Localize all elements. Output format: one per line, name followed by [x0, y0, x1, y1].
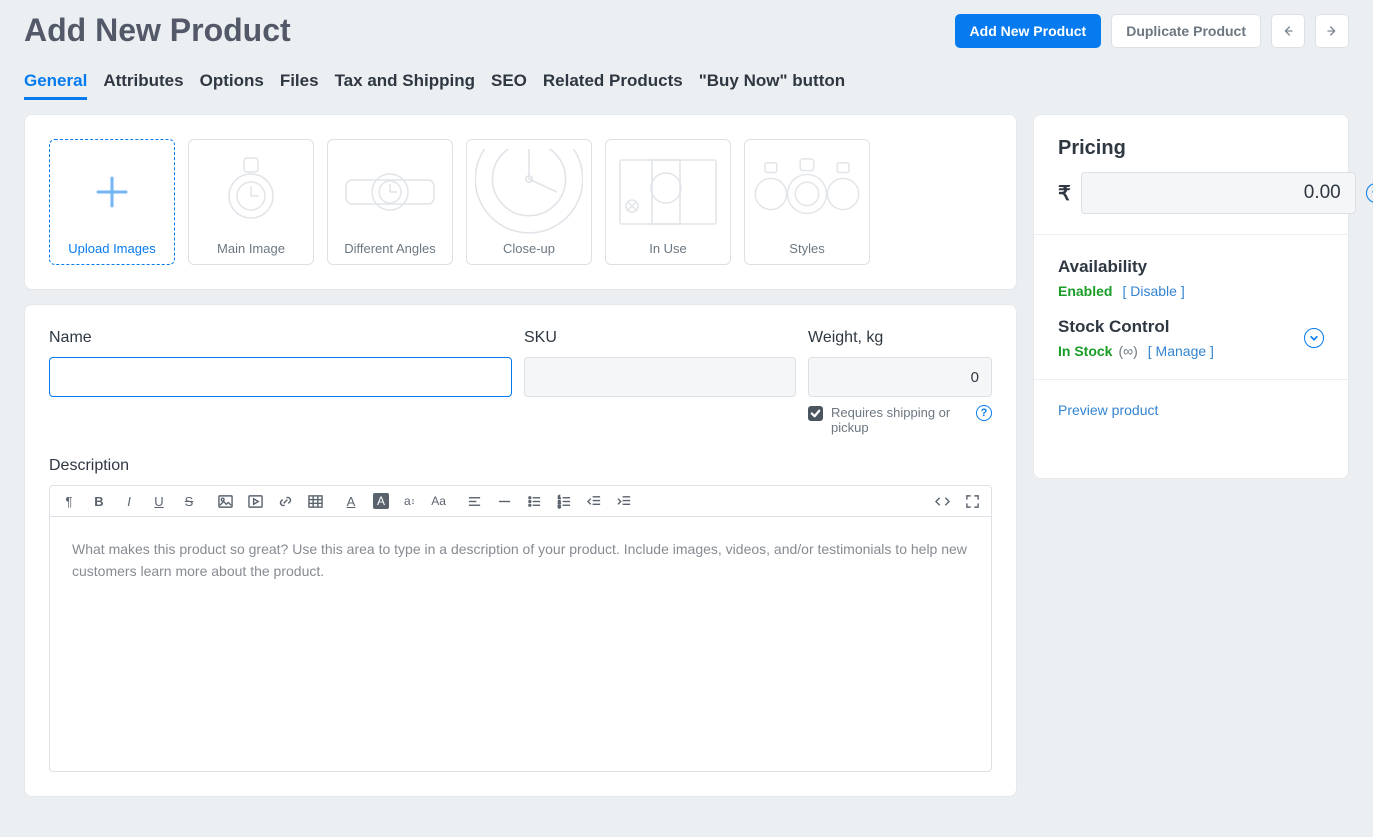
tb-ol-icon[interactable]: 123 — [556, 492, 574, 510]
currency-symbol: ₹ — [1058, 181, 1071, 206]
pricing-title: Pricing — [1058, 137, 1324, 160]
preview-section: Preview product — [1034, 380, 1348, 478]
main-image-slot[interactable]: Main Image — [188, 139, 314, 265]
tb-bgcolor-icon[interactable]: A — [372, 492, 390, 510]
product-tabs: General Attributes Options Files Tax and… — [24, 65, 1349, 100]
sidebar-card: Pricing ₹ Availability Enabled [ Disable… — [1033, 114, 1349, 479]
upload-images-slot[interactable]: Upload Images — [49, 139, 175, 265]
styles-label: Styles — [789, 235, 824, 256]
weight-label: Weight, kg — [808, 329, 883, 347]
tab-attributes[interactable]: Attributes — [103, 65, 183, 100]
requires-shipping-checkbox[interactable] — [808, 406, 823, 421]
image-slots-row: Upload Images Main Image — [49, 139, 992, 265]
tb-paragraph-icon[interactable]: ¶ — [60, 492, 78, 510]
images-card: Upload Images Main Image — [24, 114, 1017, 290]
watch-main-icon — [211, 152, 291, 232]
tb-link-icon[interactable] — [276, 492, 294, 510]
tab-options[interactable]: Options — [200, 65, 264, 100]
styles-slot[interactable]: Styles — [744, 139, 870, 265]
duplicate-product-button[interactable]: Duplicate Product — [1111, 14, 1261, 48]
tb-fullscreen-icon[interactable] — [963, 492, 981, 510]
availability-section: Availability Enabled [ Disable ] Stock C… — [1034, 235, 1348, 380]
stock-manage-link[interactable]: [ Manage ] — [1148, 343, 1214, 359]
tb-indent-icon[interactable] — [616, 492, 634, 510]
name-input[interactable] — [49, 357, 512, 397]
availability-status: Enabled — [1058, 283, 1112, 299]
name-label: Name — [49, 329, 512, 347]
tab-general[interactable]: General — [24, 65, 87, 100]
pricing-section: Pricing ₹ — [1034, 115, 1348, 235]
tab-seo[interactable]: SEO — [491, 65, 527, 100]
main-image-label: Main Image — [217, 235, 285, 256]
tb-clearformat-icon[interactable]: a↕ — [402, 492, 417, 510]
chevron-down-icon — [1309, 333, 1319, 343]
description-editor: ¶ B I U S — [49, 485, 992, 772]
svg-text:3: 3 — [558, 504, 561, 509]
tab-tax-shipping[interactable]: Tax and Shipping — [335, 65, 475, 100]
sku-field: SKU — [524, 329, 796, 435]
close-up-label: Close-up — [503, 235, 555, 256]
upload-images-label: Upload Images — [68, 235, 155, 256]
tb-code-icon[interactable] — [933, 492, 951, 510]
page-header: Add New Product Add New Product Duplicat… — [24, 12, 1349, 49]
tb-align-icon[interactable] — [466, 492, 484, 510]
header-actions: Add New Product Duplicate Product — [955, 14, 1349, 48]
tb-fontcase-icon[interactable]: Aa — [429, 492, 448, 510]
description-label: Description — [49, 457, 992, 475]
watch-inuse-icon — [618, 152, 718, 232]
weight-input[interactable] — [808, 357, 992, 397]
stock-title: Stock Control — [1058, 317, 1304, 337]
description-textarea[interactable]: What makes this product so great? Use th… — [50, 517, 991, 771]
tb-hr-icon[interactable] — [496, 492, 514, 510]
sku-input[interactable] — [524, 357, 796, 397]
arrow-right-icon — [1324, 23, 1340, 39]
price-input[interactable] — [1081, 172, 1356, 214]
pricing-expand-button[interactable] — [1366, 183, 1373, 203]
requires-shipping-label: Requires shipping or pickup — [831, 405, 951, 435]
tb-italic-icon[interactable]: I — [120, 492, 138, 510]
availability-disable-link[interactable]: [ Disable ] — [1122, 283, 1184, 299]
tb-ul-icon[interactable] — [526, 492, 544, 510]
general-fields-card: Name SKU Weight, kg — [24, 304, 1017, 797]
watch-styles-icon — [753, 153, 861, 231]
in-use-slot[interactable]: In Use — [605, 139, 731, 265]
tab-related-products[interactable]: Related Products — [543, 65, 683, 100]
add-new-product-button[interactable]: Add New Product — [955, 14, 1102, 48]
tb-bold-icon[interactable]: B — [90, 492, 108, 510]
tb-table-icon[interactable] — [306, 492, 324, 510]
close-up-slot[interactable]: Close-up — [466, 139, 592, 265]
plus-icon — [94, 174, 130, 210]
page-title: Add New Product — [24, 12, 291, 49]
arrow-left-icon — [1280, 23, 1296, 39]
tab-files[interactable]: Files — [280, 65, 319, 100]
stock-status: In Stock — [1058, 343, 1112, 359]
tb-textcolor-icon[interactable]: A — [342, 492, 360, 510]
tb-image-icon[interactable] — [216, 492, 234, 510]
stock-qty: (∞) — [1118, 343, 1137, 359]
different-angles-label: Different Angles — [344, 235, 436, 256]
in-use-label: In Use — [649, 235, 687, 256]
availability-title: Availability — [1058, 257, 1324, 277]
stock-expand-button[interactable] — [1304, 328, 1324, 348]
different-angles-slot[interactable]: Different Angles — [327, 139, 453, 265]
tab-buy-now[interactable]: "Buy Now" button — [699, 65, 845, 100]
preview-product-link[interactable]: Preview product — [1058, 402, 1158, 418]
shipping-help-icon[interactable]: ? — [976, 405, 992, 421]
name-field: Name — [49, 329, 512, 435]
editor-toolbar: ¶ B I U S — [50, 486, 991, 517]
next-product-button[interactable] — [1315, 14, 1349, 48]
tb-video-icon[interactable] — [246, 492, 264, 510]
tb-underline-icon[interactable]: U — [150, 492, 168, 510]
weight-field: Weight, kg Requires shipping or pickup ? — [808, 329, 992, 435]
sku-label: SKU — [524, 329, 796, 347]
tb-strike-icon[interactable]: S — [180, 492, 198, 510]
check-icon — [810, 408, 821, 419]
watch-angles-icon — [340, 152, 440, 232]
tb-outdent-icon[interactable] — [586, 492, 604, 510]
prev-product-button[interactable] — [1271, 14, 1305, 48]
watch-closeup-icon — [475, 149, 583, 235]
